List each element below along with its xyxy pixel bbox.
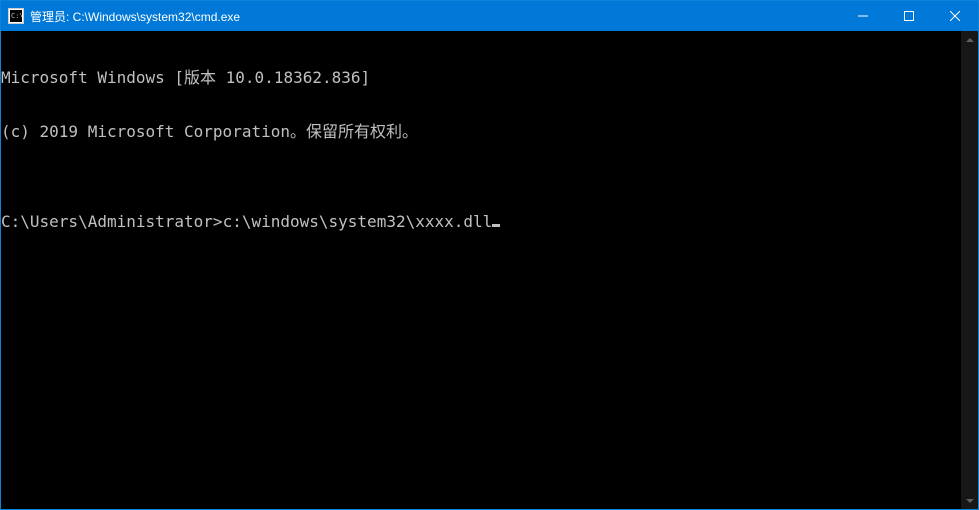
vertical-scrollbar[interactable] xyxy=(961,31,978,509)
scroll-down-button[interactable] xyxy=(961,492,978,509)
maximize-icon xyxy=(904,11,914,21)
minimize-icon xyxy=(858,11,868,21)
console-area[interactable]: Microsoft Windows [版本 10.0.18362.836] (c… xyxy=(1,31,978,509)
console-prompt-line[interactable]: C:\Users\Administrator>c:\windows\system… xyxy=(1,213,961,231)
text-cursor xyxy=(492,224,500,227)
chevron-up-icon xyxy=(966,38,974,42)
scroll-up-button[interactable] xyxy=(961,31,978,48)
maximize-button[interactable] xyxy=(886,1,932,31)
chevron-down-icon xyxy=(966,499,974,503)
close-button[interactable] xyxy=(932,1,978,31)
prompt-text: C:\Users\Administrator> xyxy=(1,213,223,231)
console-content[interactable]: Microsoft Windows [版本 10.0.18362.836] (c… xyxy=(1,31,961,509)
scrollbar-track[interactable] xyxy=(961,48,978,492)
window-controls xyxy=(840,1,978,31)
minimize-button[interactable] xyxy=(840,1,886,31)
close-icon xyxy=(950,11,960,21)
cmd-icon-glyph: C:\. xyxy=(10,10,22,22)
window-title: 管理员: C:\Windows\system32\cmd.exe xyxy=(30,8,240,25)
command-input-text[interactable]: c:\windows\system32\xxxx.dll xyxy=(223,213,493,231)
cmd-window: C:\. 管理员: C:\Windows\system32\cmd.exe Mi… xyxy=(0,0,979,510)
console-output-line: Microsoft Windows [版本 10.0.18362.836] xyxy=(1,69,961,87)
console-output-line: (c) 2019 Microsoft Corporation。保留所有权利。 xyxy=(1,123,961,141)
titlebar[interactable]: C:\. 管理员: C:\Windows\system32\cmd.exe xyxy=(1,1,978,31)
cmd-icon[interactable]: C:\. xyxy=(8,8,24,24)
